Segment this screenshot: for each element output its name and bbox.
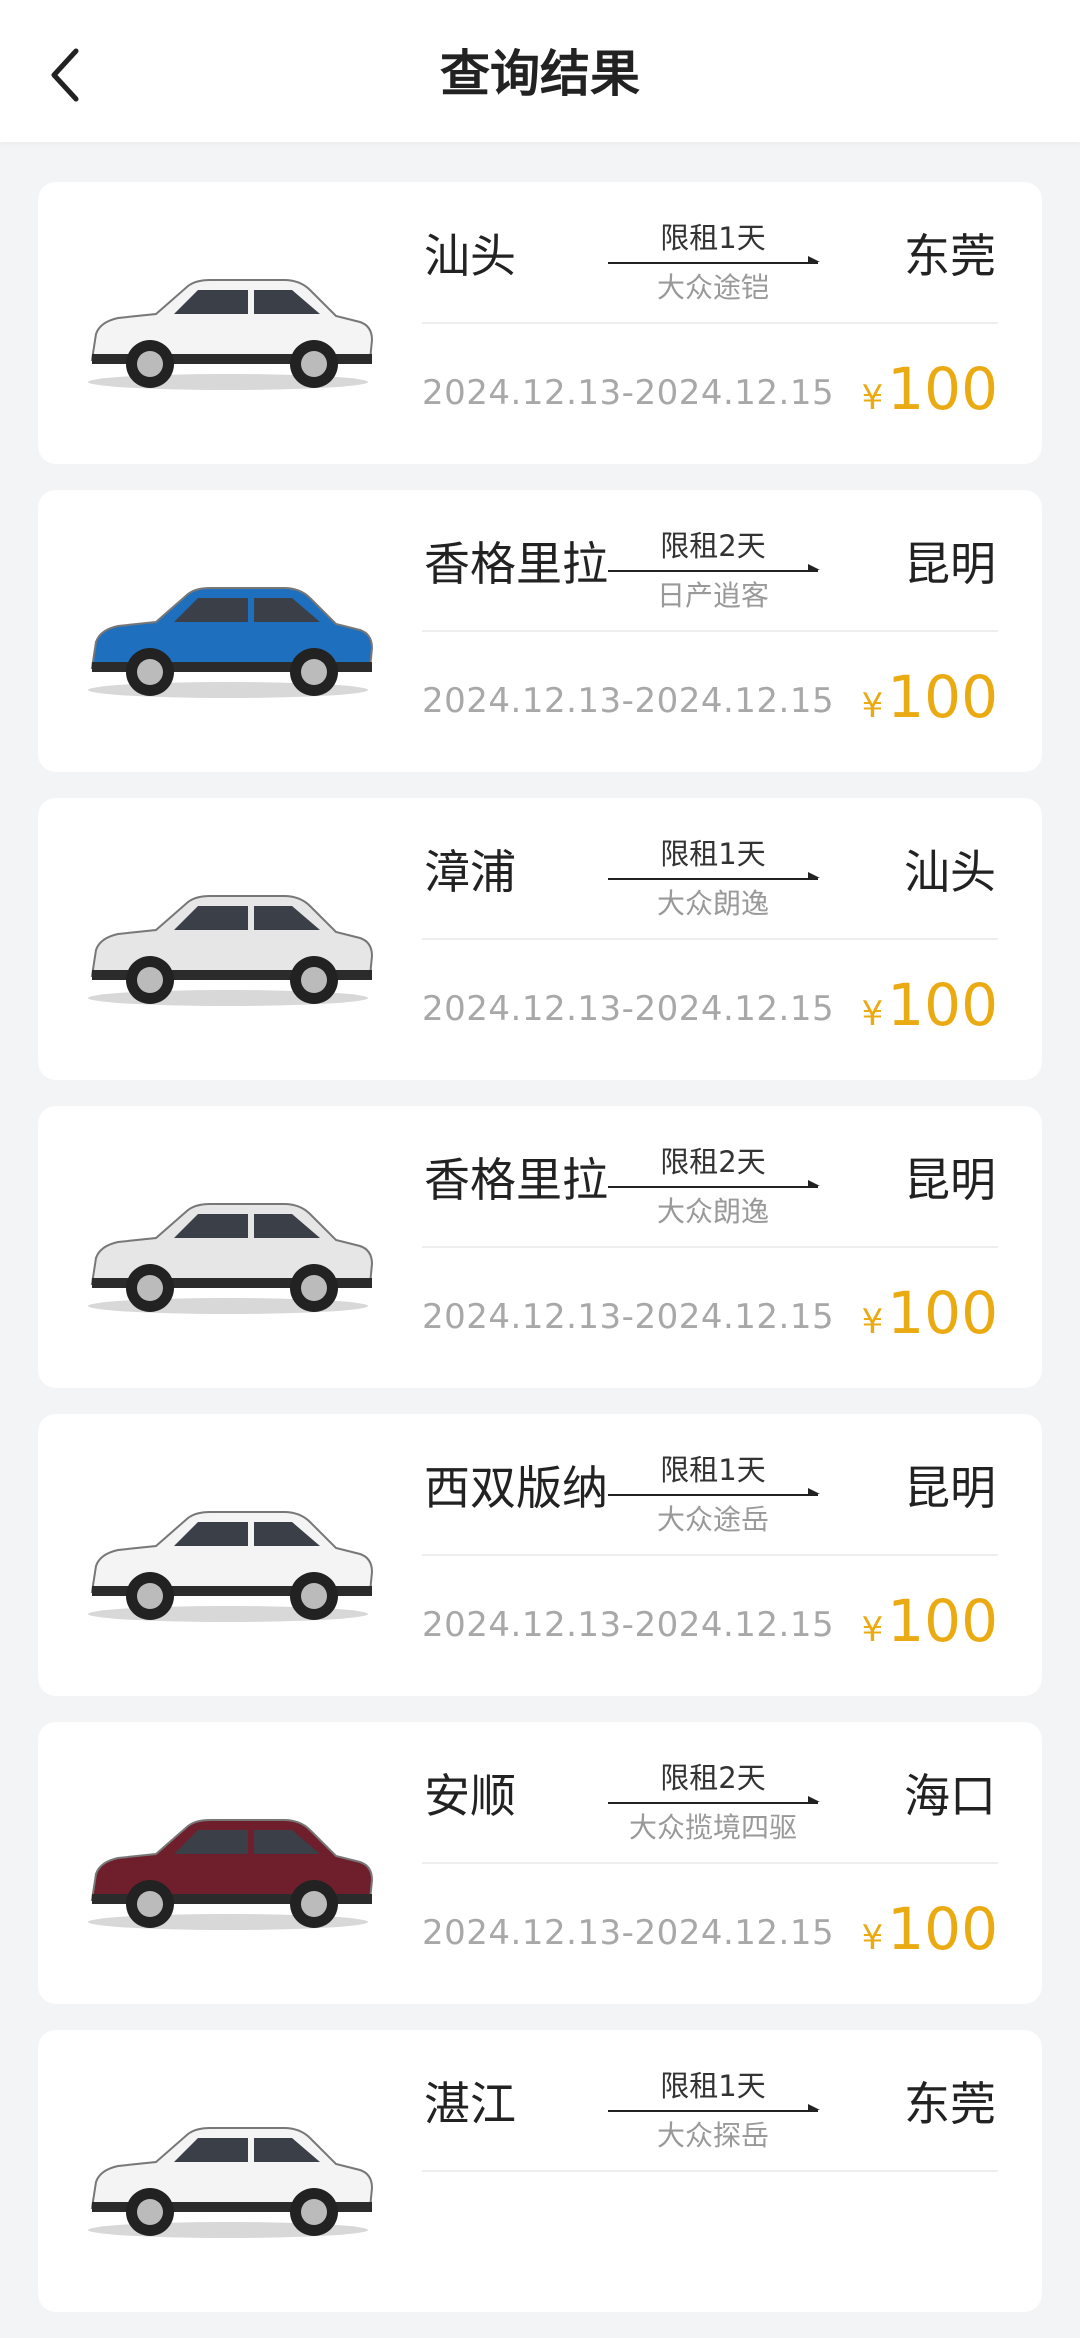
car-image bbox=[88, 1511, 374, 1622]
date-range: 2024.12.13-2024.12.15 bbox=[422, 1297, 835, 1337]
currency-symbol: ¥ bbox=[861, 1610, 884, 1650]
result-card[interactable]: 湛江 限租1天 大众探岳 东莞 bbox=[38, 2030, 1042, 2312]
route-arrow bbox=[608, 1186, 818, 1188]
price-amount: 100 bbox=[887, 663, 998, 731]
result-card[interactable]: 香格里拉 限租2天 大众朗逸 昆明 2024.12.13-2024.12.15 … bbox=[38, 1106, 1042, 1388]
result-list: 汕头 限租1天 大众途铠 东莞 2024.12.13-2024.12.15 ¥1… bbox=[38, 182, 1042, 2338]
rental-limit: 限租2天 bbox=[660, 1761, 766, 1795]
route-arrow bbox=[608, 1802, 818, 1804]
origin-city: 香格里拉 bbox=[424, 537, 608, 591]
price: ¥100 bbox=[862, 354, 998, 439]
destination-city: 昆明 bbox=[904, 537, 996, 591]
car-model: 大众朗逸 bbox=[656, 1195, 769, 1228]
arrow-head-icon bbox=[808, 1796, 820, 1802]
result-card[interactable]: 西双版纳 限租1天 大众途岳 昆明 2024.12.13-2024.12.15 … bbox=[38, 1414, 1042, 1696]
arrow-head-icon bbox=[808, 564, 820, 570]
result-card[interactable]: 香格里拉 限租2天 日产逍客 昆明 2024.12.13-2024.12.15 … bbox=[38, 490, 1042, 772]
origin-city: 西双版纳 bbox=[424, 1461, 608, 1515]
arrow-head-icon bbox=[808, 2104, 820, 2110]
car-image bbox=[88, 1203, 374, 1314]
currency-symbol: ¥ bbox=[861, 1302, 884, 1342]
car-model: 大众探岳 bbox=[656, 2119, 769, 2152]
rental-limit: 限租1天 bbox=[660, 2069, 766, 2103]
car-model: 大众揽境四驱 bbox=[628, 1811, 797, 1844]
destination-city: 东莞 bbox=[904, 229, 996, 283]
destination-city: 东莞 bbox=[904, 2077, 996, 2131]
divider bbox=[422, 1554, 998, 1556]
route-arrow bbox=[608, 2110, 818, 2112]
currency-symbol: ¥ bbox=[861, 994, 884, 1034]
car-model: 大众途铠 bbox=[656, 271, 769, 304]
route-arrow bbox=[608, 1494, 818, 1496]
page-title: 查询结果 bbox=[440, 45, 640, 103]
route-arrow bbox=[608, 878, 818, 880]
arrow-head-icon bbox=[808, 256, 820, 262]
divider bbox=[422, 322, 998, 324]
price bbox=[994, 2202, 998, 2287]
origin-city: 湛江 bbox=[424, 2077, 516, 2131]
rental-limit: 限租2天 bbox=[660, 1145, 766, 1179]
date-range: 2024.12.13-2024.12.15 bbox=[422, 1913, 835, 1953]
rental-limit: 限租1天 bbox=[660, 1453, 766, 1487]
route-arrow bbox=[608, 262, 818, 264]
origin-city: 漳浦 bbox=[424, 845, 516, 899]
car-image bbox=[88, 279, 374, 390]
price: ¥100 bbox=[862, 662, 998, 747]
currency-symbol: ¥ bbox=[861, 1918, 884, 1958]
result-card[interactable]: 汕头 限租1天 大众途铠 东莞 2024.12.13-2024.12.15 ¥1… bbox=[38, 182, 1042, 464]
destination-city: 汕头 bbox=[904, 845, 996, 899]
price-amount: 100 bbox=[887, 971, 998, 1039]
car-model: 大众朗逸 bbox=[656, 887, 769, 920]
divider bbox=[422, 938, 998, 940]
result-card[interactable]: 漳浦 限租1天 大众朗逸 汕头 2024.12.13-2024.12.15 ¥1… bbox=[38, 798, 1042, 1080]
price: ¥100 bbox=[862, 970, 998, 1055]
destination-city: 昆明 bbox=[904, 1461, 996, 1515]
price: ¥100 bbox=[862, 1278, 998, 1363]
destination-city: 昆明 bbox=[904, 1153, 996, 1207]
divider bbox=[422, 630, 998, 632]
origin-city: 安顺 bbox=[424, 1769, 516, 1823]
price: ¥100 bbox=[862, 1894, 998, 1979]
origin-city: 汕头 bbox=[424, 229, 516, 283]
date-range: 2024.12.13-2024.12.15 bbox=[422, 1605, 835, 1645]
date-range: 2024.12.13-2024.12.15 bbox=[422, 989, 835, 1029]
origin-city: 香格里拉 bbox=[424, 1153, 608, 1207]
price-amount: 100 bbox=[887, 355, 998, 423]
rental-limit: 限租2天 bbox=[660, 529, 766, 563]
car-image bbox=[88, 2127, 374, 2238]
car-image bbox=[88, 587, 374, 698]
car-model: 日产逍客 bbox=[656, 579, 769, 612]
destination-city: 海口 bbox=[904, 1769, 996, 1823]
price: ¥100 bbox=[862, 1586, 998, 1671]
car-image bbox=[88, 895, 374, 1006]
car-model: 大众途岳 bbox=[656, 1503, 769, 1536]
app-header: 查询结果 bbox=[0, 0, 1080, 142]
route-arrow bbox=[608, 570, 818, 572]
arrow-head-icon bbox=[808, 872, 820, 878]
currency-symbol: ¥ bbox=[861, 378, 884, 418]
car-image bbox=[88, 1819, 374, 1930]
price-amount: 100 bbox=[887, 1587, 998, 1655]
price-amount: 100 bbox=[887, 1279, 998, 1347]
rental-limit: 限租1天 bbox=[660, 221, 766, 255]
rental-limit: 限租1天 bbox=[660, 837, 766, 871]
divider bbox=[422, 1246, 998, 1248]
divider bbox=[422, 2170, 998, 2172]
arrow-head-icon bbox=[808, 1180, 820, 1186]
currency-symbol: ¥ bbox=[861, 686, 884, 726]
price-amount: 100 bbox=[887, 1895, 998, 1963]
divider bbox=[422, 1862, 998, 1864]
arrow-head-icon bbox=[808, 1488, 820, 1494]
date-range: 2024.12.13-2024.12.15 bbox=[422, 373, 835, 413]
date-range: 2024.12.13-2024.12.15 bbox=[422, 681, 835, 721]
result-card[interactable]: 安顺 限租2天 大众揽境四驱 海口 2024.12.13-2024.12.15 … bbox=[38, 1722, 1042, 2004]
